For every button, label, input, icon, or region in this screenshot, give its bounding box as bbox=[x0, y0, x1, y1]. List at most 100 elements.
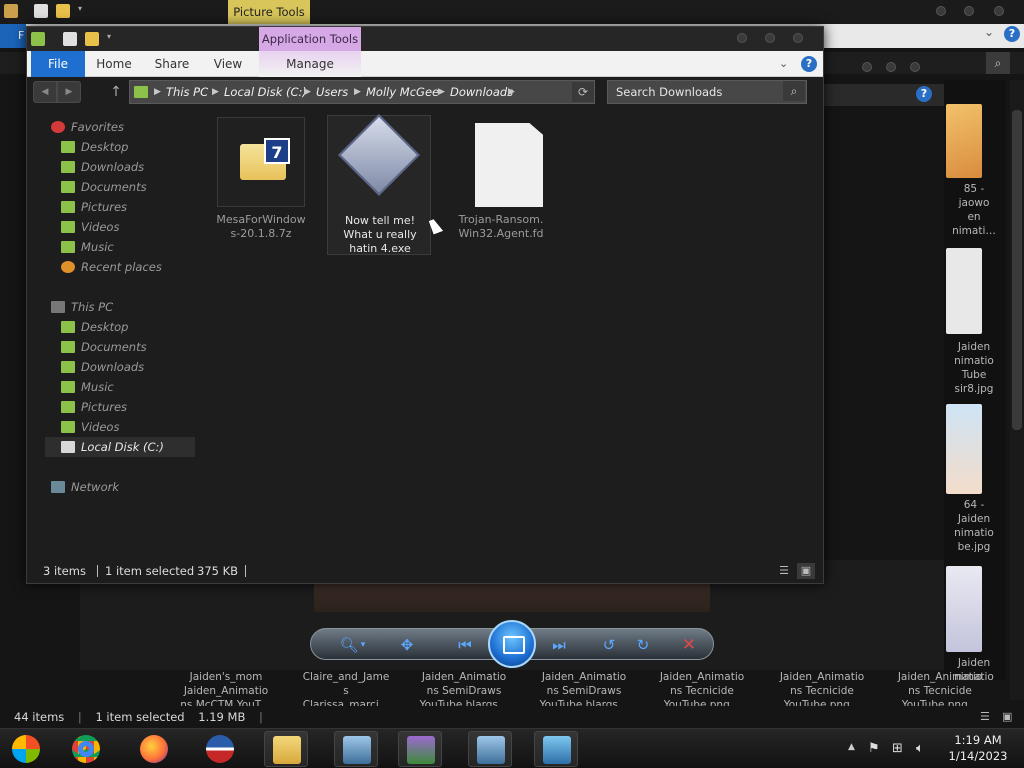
clock-time[interactable]: 1:19 AM bbox=[948, 733, 1008, 747]
taskbar-start-button[interactable] bbox=[4, 731, 48, 767]
taskbar-app-circle[interactable] bbox=[198, 731, 242, 767]
next-icon[interactable]: ⏭ bbox=[547, 633, 571, 657]
computer-icon bbox=[51, 301, 65, 313]
taskbar-chrome[interactable] bbox=[64, 731, 108, 767]
properties-icon[interactable] bbox=[4, 4, 18, 18]
file-list: 7 MesaForWindow s-20.1.8.7z Now tell me!… bbox=[203, 109, 823, 557]
minimize-button[interactable] bbox=[936, 6, 946, 16]
breadcrumb-separator[interactable]: ▶ bbox=[438, 81, 445, 103]
ribbon-expand-icon[interactable]: ⌄ bbox=[984, 25, 994, 39]
actual-size-icon[interactable]: ✥ bbox=[395, 633, 419, 657]
maximize-button[interactable] bbox=[765, 33, 775, 43]
tab-manage[interactable]: Manage bbox=[259, 51, 361, 77]
help-icon[interactable]: ? bbox=[801, 56, 817, 72]
rotate-counterclockwise-icon[interactable]: ↺ bbox=[597, 633, 621, 657]
action-center-flag-icon[interactable]: ⚑ bbox=[868, 741, 880, 756]
delete-icon[interactable]: ✕ bbox=[677, 633, 701, 657]
previous-icon[interactable]: ⏮ bbox=[453, 633, 477, 657]
tab-view[interactable]: View bbox=[205, 51, 251, 77]
clock-date[interactable]: 1/14/2023 bbox=[944, 749, 1012, 763]
computer-gear-icon bbox=[343, 736, 371, 764]
file-tab[interactable]: File bbox=[31, 51, 85, 77]
recent-places-icon bbox=[61, 261, 75, 273]
breadcrumb-separator[interactable]: ▶ bbox=[154, 81, 161, 103]
breadcrumb-downloads[interactable]: Downloads bbox=[450, 81, 513, 103]
network-icon[interactable]: ⊞ bbox=[892, 741, 903, 756]
edit-icon[interactable] bbox=[34, 4, 48, 18]
close-button[interactable] bbox=[994, 6, 1004, 16]
minimize-button[interactable] bbox=[737, 33, 747, 43]
file-item-exe-selected[interactable]: Now tell me! What u really hatin 4.exe bbox=[327, 113, 431, 255]
large-icons-view-icon[interactable]: ▣ bbox=[1002, 710, 1012, 723]
background-title-bar: ▾ Picture Tools bbox=[0, 0, 1024, 24]
breadcrumb-separator[interactable]: ▶ bbox=[354, 81, 361, 103]
photo-viewer-icon bbox=[543, 736, 571, 764]
search-icon[interactable]: ⌕ bbox=[986, 52, 1010, 74]
breadcrumb-separator[interactable]: ▶ bbox=[304, 81, 311, 103]
file-item-trojan[interactable]: Trojan-Ransom. Win32.Agent.fd bbox=[449, 115, 553, 255]
status-separator: | bbox=[259, 710, 263, 724]
ribbon-expand-icon[interactable]: ⌄ bbox=[779, 57, 788, 70]
properties-icon[interactable] bbox=[63, 32, 77, 46]
file-item-mesa-archive[interactable]: 7 MesaForWindow s-20.1.8.7z bbox=[209, 115, 313, 255]
breadcrumb-this-pc[interactable]: This PC bbox=[166, 81, 208, 103]
taskbar-app-computer[interactable] bbox=[334, 731, 378, 767]
ribbon-tabs: File Home Share View Manage ⌄ ? bbox=[27, 51, 823, 77]
taskbar-file-explorer[interactable] bbox=[264, 731, 308, 767]
documents-folder-icon bbox=[61, 341, 75, 353]
dropdown-icon[interactable]: ▾ bbox=[78, 4, 86, 18]
breadcrumb-users[interactable]: Users bbox=[316, 81, 348, 103]
scrollbar-thumb[interactable] bbox=[1012, 110, 1022, 430]
blank-document-icon bbox=[457, 117, 545, 207]
details-view-icon[interactable]: ☰ bbox=[980, 710, 990, 723]
volume-icon[interactable]: 🔈︎ bbox=[916, 741, 924, 756]
thumbnail-image[interactable] bbox=[946, 104, 982, 178]
large-icons-view-icon[interactable]: ▣ bbox=[797, 563, 815, 579]
window-control-dot[interactable] bbox=[886, 62, 896, 72]
maximize-button[interactable] bbox=[964, 6, 974, 16]
refresh-icon[interactable]: ⟳ bbox=[572, 82, 594, 102]
search-input[interactable]: Search Downloads bbox=[607, 80, 807, 104]
window-control-dot[interactable] bbox=[910, 62, 920, 72]
rotate-clockwise-icon[interactable]: ↻ bbox=[631, 633, 655, 657]
taskbar-app-users[interactable] bbox=[398, 731, 442, 767]
background-file-tab[interactable]: F bbox=[0, 24, 26, 48]
forward-button[interactable]: ▶ bbox=[57, 81, 81, 103]
new-folder-icon[interactable] bbox=[56, 4, 70, 18]
window-control-dot[interactable] bbox=[862, 62, 872, 72]
picture-tools-tab[interactable]: Picture Tools bbox=[228, 0, 310, 24]
thumbnail-image[interactable] bbox=[946, 566, 982, 652]
thumbnail-image[interactable] bbox=[946, 248, 982, 334]
tab-share[interactable]: Share bbox=[145, 51, 199, 77]
users-icon bbox=[407, 736, 435, 764]
thumbnail-image[interactable] bbox=[946, 404, 982, 494]
show-hidden-icons-icon[interactable]: ▲ bbox=[848, 742, 855, 752]
chrome-icon bbox=[72, 735, 100, 763]
downloads-folder-icon bbox=[61, 161, 75, 173]
search-icon[interactable]: ⌕ bbox=[783, 81, 805, 101]
up-arrow-icon[interactable]: ↑ bbox=[107, 81, 125, 103]
breadcrumb-separator[interactable]: ▶ bbox=[508, 81, 515, 103]
details-view-icon[interactable]: ☰ bbox=[775, 563, 793, 579]
new-folder-icon[interactable] bbox=[85, 32, 99, 46]
breadcrumb-molly-mcgee[interactable]: Molly McGee bbox=[366, 81, 439, 103]
application-tools-tab[interactable]: Application Tools bbox=[259, 27, 361, 51]
windows-logo-icon bbox=[12, 735, 40, 763]
help-icon[interactable]: ? bbox=[1004, 26, 1020, 42]
network-icon bbox=[51, 481, 65, 493]
folder-icon[interactable] bbox=[31, 32, 45, 46]
slideshow-button[interactable] bbox=[488, 620, 536, 668]
taskbar-photo-viewer[interactable] bbox=[534, 731, 578, 767]
close-button[interactable] bbox=[793, 33, 803, 43]
file-name: Trojan-Ransom. Win32.Agent.fd bbox=[458, 213, 544, 240]
address-bar[interactable]: ▶ This PC ▶ Local Disk (C:) ▶ Users ▶ Mo… bbox=[129, 80, 595, 104]
taskbar-firefox[interactable] bbox=[132, 731, 176, 767]
quick-access-dropdown-icon[interactable]: ▾ bbox=[107, 32, 115, 46]
breadcrumb-local-disk[interactable]: Local Disk (C:) bbox=[224, 81, 307, 103]
taskbar-app-computer-2[interactable] bbox=[468, 731, 512, 767]
zoom-dropdown-icon[interactable]: ▾ bbox=[357, 633, 369, 657]
help-icon[interactable]: ? bbox=[916, 86, 932, 102]
back-button[interactable]: ◀ bbox=[33, 81, 57, 103]
breadcrumb-separator[interactable]: ▶ bbox=[212, 81, 219, 103]
tab-home[interactable]: Home bbox=[89, 51, 139, 77]
